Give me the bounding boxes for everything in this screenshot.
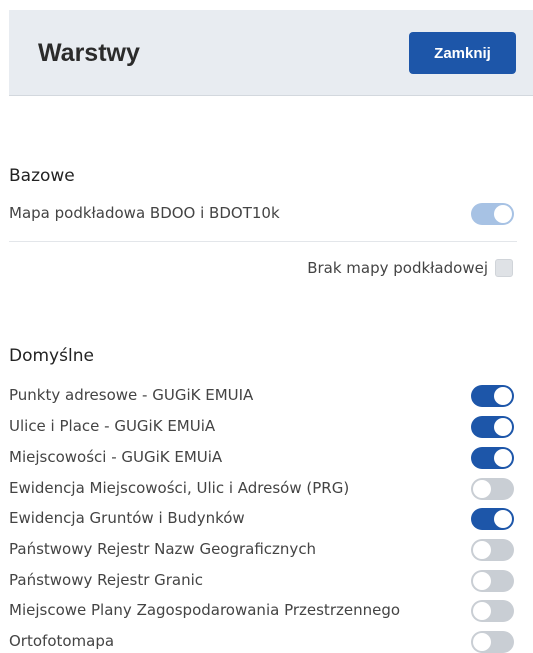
layers-panel: Warstwy Zamknij Bazowe Mapa podkładowa B… bbox=[0, 0, 533, 653]
divider bbox=[9, 241, 517, 242]
layer-toggle-mpzp[interactable] bbox=[471, 600, 514, 622]
layer-label-ortofotomapa: Ortofotomapa bbox=[9, 632, 115, 650]
panel-header: Warstwy Zamknij bbox=[9, 10, 533, 96]
layer-label-ulice-i-place: Ulice i Place - GUGiK EMUiA bbox=[9, 417, 216, 435]
layer-label-punkty-adresowe: Punkty adresowe - GUGiK EMUIA bbox=[9, 386, 254, 404]
layer-label-mpzp: Miejscowe Plany Zagospodarowania Przestr… bbox=[9, 601, 401, 619]
layer-toggle-prg[interactable] bbox=[471, 478, 514, 500]
layer-toggle-miejscowosci[interactable] bbox=[471, 447, 514, 469]
section-title-domyslne: Domyślne bbox=[9, 346, 94, 366]
layer-toggle-egib[interactable] bbox=[471, 508, 514, 530]
no-basemap-checkbox[interactable] bbox=[495, 259, 513, 277]
panel-title: Warstwy bbox=[38, 39, 140, 67]
layer-label-egib: Ewidencja Gruntów i Budynków bbox=[9, 509, 245, 527]
close-button[interactable]: Zamknij bbox=[409, 32, 516, 74]
layer-label-prg-granic: Państwowy Rejestr Granic bbox=[9, 571, 204, 589]
section-title-bazowe: Bazowe bbox=[9, 166, 75, 186]
layer-toggle-punkty-adresowe[interactable] bbox=[471, 385, 514, 407]
layer-toggle-prng[interactable] bbox=[471, 539, 514, 561]
layer-label-prg: Ewidencja Miejscowości, Ulic i Adresów (… bbox=[9, 479, 350, 497]
no-basemap-label: Brak mapy podkładowej bbox=[307, 259, 488, 277]
basemap-label: Mapa podkładowa BDOO i BDOT10k bbox=[9, 204, 280, 222]
basemap-toggle[interactable] bbox=[471, 203, 514, 225]
layer-toggle-prg-granic[interactable] bbox=[471, 570, 514, 592]
layer-toggle-ortofotomapa[interactable] bbox=[471, 631, 514, 653]
layer-toggle-ulice-i-place[interactable] bbox=[471, 416, 514, 438]
layer-label-prng: Państwowy Rejestr Nazw Geograficznych bbox=[9, 540, 317, 558]
layer-label-miejscowosci: Miejscowości - GUGiK EMUiA bbox=[9, 448, 223, 466]
